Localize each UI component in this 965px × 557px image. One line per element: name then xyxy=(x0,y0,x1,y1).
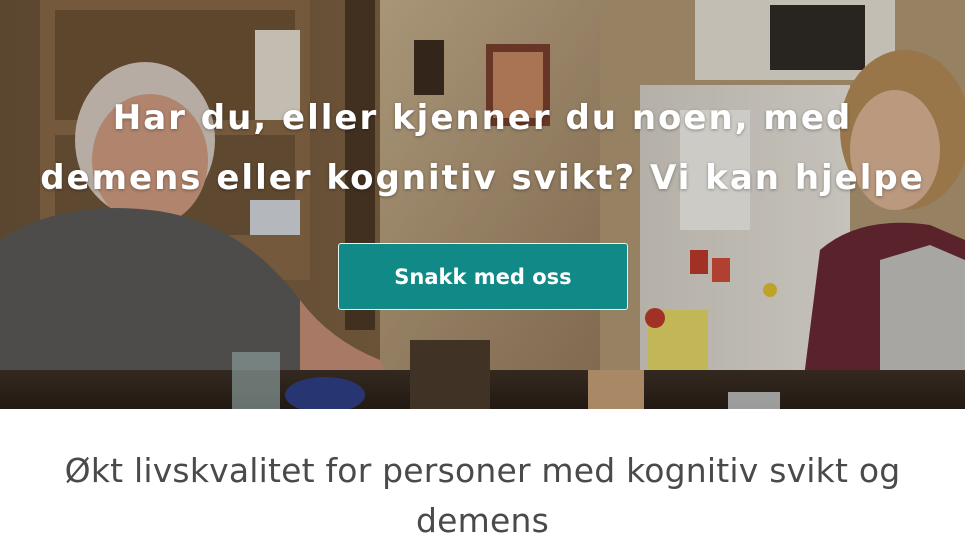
section-title: Økt livskvalitet for personer med kognit… xyxy=(0,446,965,546)
hero-heading: Har du, eller kjenner du noen, med demen… xyxy=(0,88,965,208)
contact-us-button[interactable]: Snakk med oss xyxy=(338,243,628,310)
hero-section: Har du, eller kjenner du noen, med demen… xyxy=(0,0,965,409)
hero-heading-line-1: Har du, eller kjenner du noen, med xyxy=(112,98,853,138)
hero-heading-line-2: demens eller kognitiv svikt? Vi kan hjel… xyxy=(40,158,925,198)
section-title-line-1: Økt livskvalitet for personer med kognit… xyxy=(64,451,901,490)
section-title-line-2: demens xyxy=(415,501,549,540)
page: Har du, eller kjenner du noen, med demen… xyxy=(0,0,965,557)
